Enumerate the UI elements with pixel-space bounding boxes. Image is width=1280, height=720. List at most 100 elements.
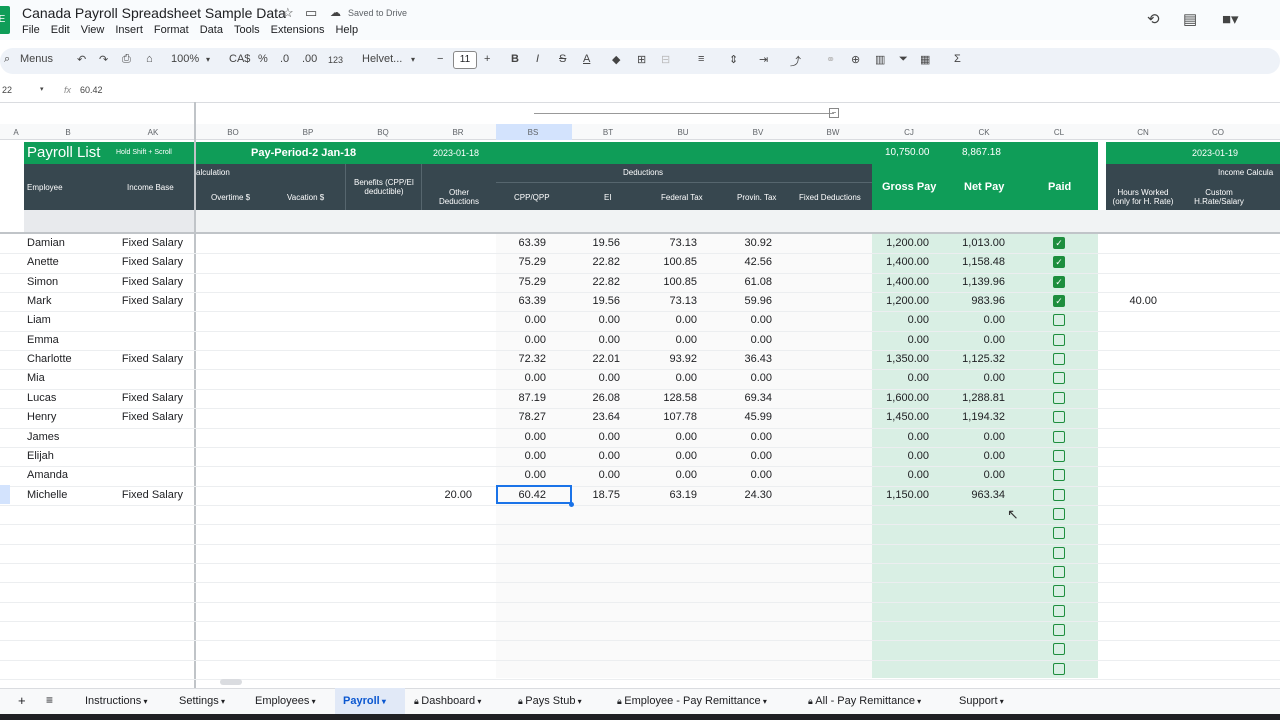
ei-value[interactable]: 22.82 xyxy=(572,256,620,268)
paid-checkbox[interactable] xyxy=(1053,624,1065,636)
column-header[interactable]: AK xyxy=(143,128,163,137)
gross-pay-value[interactable]: 0.00 xyxy=(872,469,929,481)
provincial-tax-value[interactable]: 36.43 xyxy=(722,353,772,365)
menu-edit[interactable]: Edit xyxy=(51,24,70,36)
provincial-tax-value[interactable]: 0.00 xyxy=(722,450,772,462)
provincial-tax-value[interactable]: 69.34 xyxy=(722,392,772,404)
gross-pay-value[interactable]: 1,150.00 xyxy=(872,489,929,501)
paid-checkbox[interactable] xyxy=(1053,449,1065,462)
currency-format-button[interactable]: CA$ xyxy=(229,53,250,65)
provincial-tax-value[interactable]: 0.00 xyxy=(722,334,772,346)
move-folder-icon[interactable]: ▭ xyxy=(305,5,317,21)
column-header[interactable]: A xyxy=(6,128,26,137)
column-header[interactable]: CK xyxy=(974,128,994,137)
tab-dropdown-icon[interactable]: ▾ xyxy=(380,697,386,706)
paid-checkbox[interactable] xyxy=(1053,372,1065,385)
meet-icon[interactable]: ■▾ xyxy=(1222,10,1239,28)
column-header[interactable]: CO xyxy=(1208,128,1228,137)
paid-checkbox[interactable] xyxy=(1053,585,1065,598)
paid-checkbox[interactable]: ✓ xyxy=(1053,256,1065,269)
search-icon[interactable]: ⌕ xyxy=(4,53,10,66)
sheet-tab-instructions[interactable]: Instructions ▾ xyxy=(85,695,148,707)
cpp-value[interactable]: 87.19 xyxy=(496,392,546,404)
net-pay-value[interactable]: 1,158.48 xyxy=(947,256,1005,268)
cpp-value[interactable]: 0.00 xyxy=(496,450,546,462)
sheet-tab-employees[interactable]: Employees ▾ xyxy=(255,695,316,707)
ei-value[interactable]: 0.00 xyxy=(572,314,620,326)
text-wrap-icon[interactable]: ⇥ xyxy=(759,53,768,66)
gross-pay-value[interactable]: 0.00 xyxy=(872,450,929,462)
menu-extensions[interactable]: Extensions xyxy=(271,24,325,36)
net-pay-value[interactable]: 1,125.32 xyxy=(947,353,1005,365)
employee-name[interactable]: Damian xyxy=(27,237,65,249)
frozen-column-divider[interactable] xyxy=(194,102,196,688)
font-size-increase-icon[interactable]: + xyxy=(484,53,490,65)
gross-pay-value[interactable]: 1,450.00 xyxy=(872,411,929,423)
menu-file[interactable]: File xyxy=(22,24,40,36)
net-pay-value[interactable]: 1,288.81 xyxy=(947,392,1005,404)
version-history-icon[interactable]: ⟲ xyxy=(1147,10,1160,28)
tab-dropdown-icon[interactable]: ▾ xyxy=(915,697,921,706)
insert-link-icon[interactable]: ⚭ xyxy=(826,53,835,66)
federal-tax-value[interactable]: 100.85 xyxy=(647,256,697,268)
column-header[interactable]: BQ xyxy=(373,128,393,137)
tab-dropdown-icon[interactable]: ▾ xyxy=(998,697,1004,706)
cpp-value[interactable]: 0.00 xyxy=(496,314,546,326)
gross-pay-value[interactable]: 1,200.00 xyxy=(872,237,929,249)
paid-checkbox[interactable] xyxy=(1053,411,1065,424)
employee-name[interactable]: Henry xyxy=(27,411,56,423)
employee-name[interactable]: Emma xyxy=(27,334,59,346)
federal-tax-value[interactable]: 0.00 xyxy=(647,334,697,346)
fill-handle[interactable] xyxy=(569,502,574,507)
tab-dropdown-icon[interactable]: ▾ xyxy=(309,697,316,706)
federal-tax-value[interactable]: 0.00 xyxy=(647,450,697,462)
provincial-tax-value[interactable]: 59.96 xyxy=(722,295,772,307)
paid-checkbox[interactable] xyxy=(1053,488,1065,501)
income-base[interactable]: Fixed Salary xyxy=(100,489,183,501)
income-base[interactable]: Fixed Salary xyxy=(100,295,183,307)
income-base[interactable]: Fixed Salary xyxy=(100,256,183,268)
provincial-tax-value[interactable]: 0.00 xyxy=(722,431,772,443)
gross-pay-value[interactable]: 0.00 xyxy=(872,431,929,443)
paid-checkbox[interactable] xyxy=(1053,527,1065,540)
insert-chart-icon[interactable]: ▥ xyxy=(875,53,885,66)
ei-value[interactable]: 0.00 xyxy=(572,334,620,346)
employee-name[interactable]: Amanda xyxy=(27,469,68,481)
selected-cell[interactable] xyxy=(496,485,572,504)
column-header[interactable]: BW xyxy=(823,128,843,137)
gross-pay-value[interactable]: 1,600.00 xyxy=(872,392,929,404)
column-header[interactable]: BR xyxy=(448,128,468,137)
net-pay-value[interactable]: 0.00 xyxy=(947,431,1005,443)
net-pay-value[interactable]: 0.00 xyxy=(947,372,1005,384)
menu-format[interactable]: Format xyxy=(154,24,189,36)
employee-name[interactable]: Elijah xyxy=(27,450,54,462)
column-header[interactable]: BT xyxy=(598,128,618,137)
borders-icon[interactable]: ⊞ xyxy=(637,53,646,66)
paid-checkbox[interactable]: ✓ xyxy=(1053,275,1065,288)
provincial-tax-value[interactable]: 42.56 xyxy=(722,256,772,268)
sheet-tab-settings[interactable]: Settings ▾ xyxy=(179,695,225,707)
employee-name[interactable]: Mark xyxy=(27,295,51,307)
percent-format-button[interactable]: % xyxy=(258,53,268,65)
tab-dropdown-icon[interactable]: ▾ xyxy=(141,697,147,706)
paid-checkbox[interactable] xyxy=(1053,507,1065,520)
federal-tax-value[interactable]: 73.13 xyxy=(647,237,697,249)
menus-search[interactable]: Menus xyxy=(20,53,53,65)
cpp-value[interactable]: 0.00 xyxy=(496,469,546,481)
gross-pay-value[interactable]: 1,200.00 xyxy=(872,295,929,307)
gross-pay-value[interactable]: 0.00 xyxy=(872,372,929,384)
federal-tax-value[interactable]: 0.00 xyxy=(647,469,697,481)
federal-tax-value[interactable]: 128.58 xyxy=(647,392,697,404)
filter-views-icon[interactable]: ▦ xyxy=(920,53,930,66)
comments-icon[interactable]: ▤ xyxy=(1183,10,1197,28)
federal-tax-value[interactable]: 107.78 xyxy=(647,411,697,423)
paid-checkbox[interactable] xyxy=(1053,469,1065,482)
text-color-button[interactable]: A xyxy=(583,53,590,65)
star-icon[interactable]: ☆ xyxy=(282,5,294,21)
federal-tax-value[interactable]: 0.00 xyxy=(647,314,697,326)
paid-checkbox[interactable]: ✓ xyxy=(1053,237,1065,249)
paid-checkbox[interactable] xyxy=(1053,643,1065,656)
income-base[interactable]: Fixed Salary xyxy=(100,392,183,404)
other-deductions[interactable]: 20.00 xyxy=(420,489,472,501)
net-pay-value[interactable]: 963.34 xyxy=(947,489,1005,501)
